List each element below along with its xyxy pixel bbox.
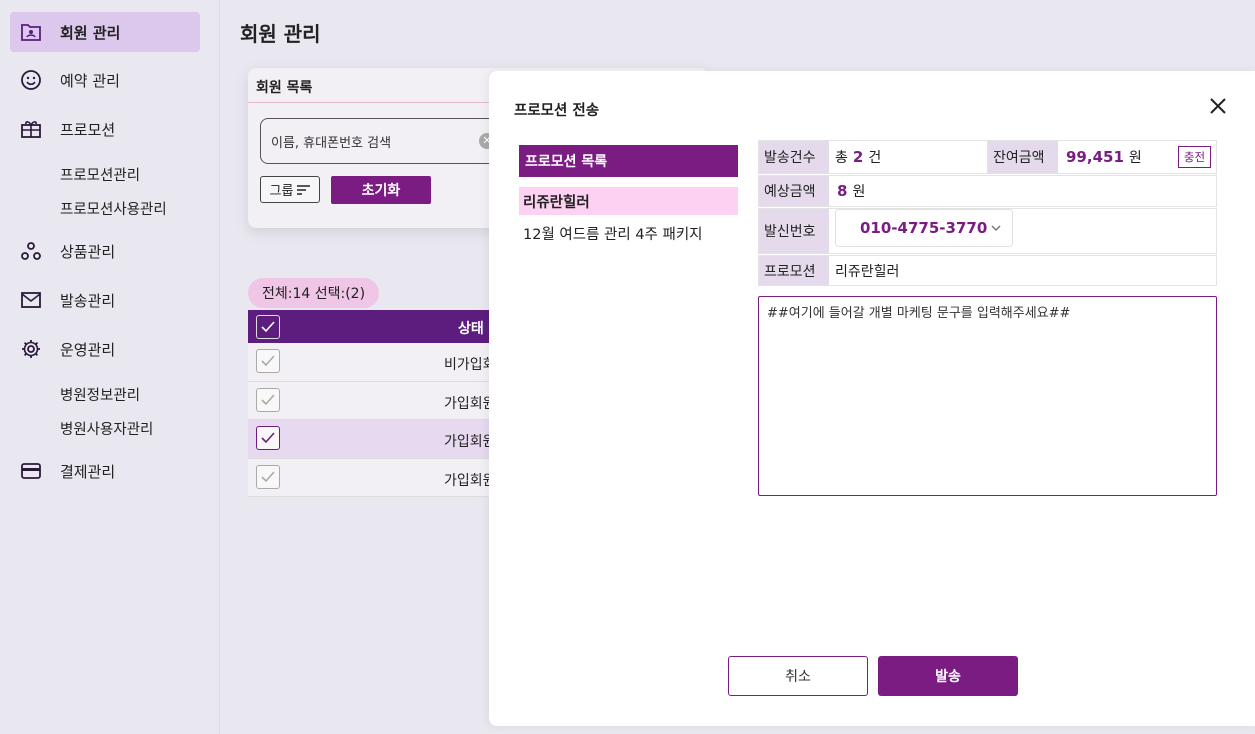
info-row-expected: 예상금액 8 원 (758, 175, 1217, 207)
modal-title: 프로모션 전송 (514, 103, 600, 119)
balance-value: 99,451 원 충전 (1058, 141, 1216, 173)
row-checkbox[interactable] (256, 387, 280, 412)
send-count-value: 총 2 건 (829, 141, 988, 173)
sidebar-item-product[interactable]: 상품관리 (10, 231, 200, 271)
expected-number: 8 (837, 182, 848, 200)
check-icon (261, 432, 275, 444)
close-icon[interactable] (1207, 95, 1229, 117)
sidebar-item-payment[interactable]: 결제관리 (10, 451, 200, 491)
table-row[interactable]: 가입회원 (248, 420, 518, 459)
card-icon (20, 460, 42, 482)
sidebar-sub-hospital-info[interactable]: 병원정보관리 (60, 384, 140, 405)
promotion-list-title: 프로모션 목록 (519, 145, 738, 177)
promotion-send-modal: 프로모션 전송 프로모션 목록 리쥬란힐러 12월 여드름 관리 4주 패키지 … (489, 71, 1255, 726)
column-header-status: 상태 (458, 321, 484, 337)
promotion-value: 리쥬란힐러 (835, 263, 900, 280)
status-cell: 가입회원 (444, 472, 496, 489)
send-count-number: 2 (852, 148, 864, 166)
sidebar: 회원 관리 예약 관리 프로모션 프로모션관리 프로모션사용관리 상품관리 발송… (0, 0, 220, 734)
info-row-promotion: 프로모션 리쥬란힐러 (758, 255, 1217, 286)
send-count-unit: 건 (868, 150, 882, 166)
search-placeholder: 이름, 휴대폰번호 검색 (271, 135, 392, 151)
check-icon (261, 355, 275, 367)
member-table: 상태 비가입회 가입회원 가입회원 가입회원 (248, 310, 518, 497)
row-checkbox[interactable] (256, 464, 280, 489)
sidebar-sub-promotion-manage[interactable]: 프로모션관리 (60, 164, 140, 185)
balance-unit: 원 (1128, 150, 1142, 166)
smile-icon (20, 69, 42, 91)
info-row-count: 발송건수 총 2 건 잔여금액 99,451 원 충전 (758, 140, 1217, 174)
mail-icon (20, 289, 42, 311)
member-card-icon (20, 21, 42, 43)
table-row[interactable]: 가입회원 (248, 458, 518, 497)
balance-number: 99,451 (1066, 148, 1124, 166)
sidebar-item-label: 예약 관리 (60, 71, 120, 90)
send-button[interactable]: 발송 (878, 656, 1018, 696)
check-icon (261, 393, 275, 405)
row-checkbox[interactable] (256, 349, 280, 373)
sidebar-item-member[interactable]: 회원 관리 (10, 12, 200, 52)
cancel-button[interactable]: 취소 (728, 656, 868, 696)
gear-icon (20, 338, 42, 360)
sidebar-item-label: 프로모션 (60, 120, 116, 139)
expected-label: 예상금액 (759, 176, 829, 206)
balance-label: 잔여금액 (988, 141, 1058, 173)
sender-number-select[interactable]: 010-4775-3770 (835, 209, 1013, 247)
status-cell: 비가입회 (444, 357, 496, 373)
sidebar-sub-promotion-usage[interactable]: 프로모션사용관리 (60, 198, 167, 219)
message-textarea[interactable]: ##여기에 들어갈 개별 마케팅 문구를 입력해주세요## (758, 296, 1217, 496)
table-row[interactable]: 가입회원 (248, 381, 518, 420)
check-icon (261, 321, 275, 333)
panel-title: 회원 목록 (256, 80, 313, 96)
sidebar-sub-hospital-user[interactable]: 병원사용자관리 (60, 418, 153, 439)
promotion-label: 프로모션 (759, 256, 829, 285)
promotion-list-item[interactable]: 리쥬란힐러 (519, 187, 738, 215)
sidebar-item-sending[interactable]: 발송관리 (10, 280, 200, 320)
status-cell: 가입회원 (444, 434, 496, 450)
table-row[interactable]: 비가입회 (248, 343, 518, 382)
expected-value: 8 원 (829, 176, 865, 206)
sidebar-item-promotion[interactable]: 프로모션 (10, 109, 200, 149)
reset-button[interactable]: 초기화 (331, 176, 431, 204)
sidebar-item-operation[interactable]: 운영관리 (10, 329, 200, 369)
chevron-down-icon (991, 225, 1001, 232)
sidebar-item-label: 회원 관리 (60, 23, 121, 42)
check-icon (261, 470, 275, 482)
send-count-label: 발송건수 (759, 141, 829, 173)
nodes-icon (20, 240, 42, 262)
select-all-checkbox[interactable] (256, 315, 280, 339)
filter-lines-icon (297, 184, 311, 195)
page-title: 회원 관리 (240, 22, 321, 46)
group-filter-button[interactable]: 그룹 (260, 176, 320, 203)
send-count-prefix: 총 (835, 150, 848, 166)
sidebar-item-reservation[interactable]: 예약 관리 (10, 60, 200, 100)
promotion-list-item[interactable]: 12월 여드름 관리 4주 패키지 (519, 219, 738, 247)
expected-unit: 원 (852, 184, 866, 200)
group-label: 그룹 (269, 184, 294, 199)
sidebar-item-label: 결제관리 (60, 462, 116, 481)
info-row-sender: 발신번호 010-4775-3770 (758, 208, 1217, 254)
gift-icon (20, 118, 42, 140)
search-input[interactable]: 이름, 휴대폰번호 검색 ✕ (260, 118, 510, 164)
status-cell: 가입회원 (444, 395, 496, 412)
sidebar-item-label: 발송관리 (60, 291, 116, 310)
count-badge: 전체:14 선택:(2) (248, 278, 380, 308)
table-header: 상태 (248, 310, 518, 343)
row-checkbox[interactable] (256, 426, 280, 450)
sidebar-item-label: 상품관리 (60, 242, 116, 261)
sender-number-value: 010-4775-3770 (860, 219, 988, 237)
sender-label: 발신번호 (759, 209, 829, 253)
charge-button[interactable]: 충전 (1178, 146, 1211, 168)
sidebar-item-label: 운영관리 (60, 340, 116, 359)
